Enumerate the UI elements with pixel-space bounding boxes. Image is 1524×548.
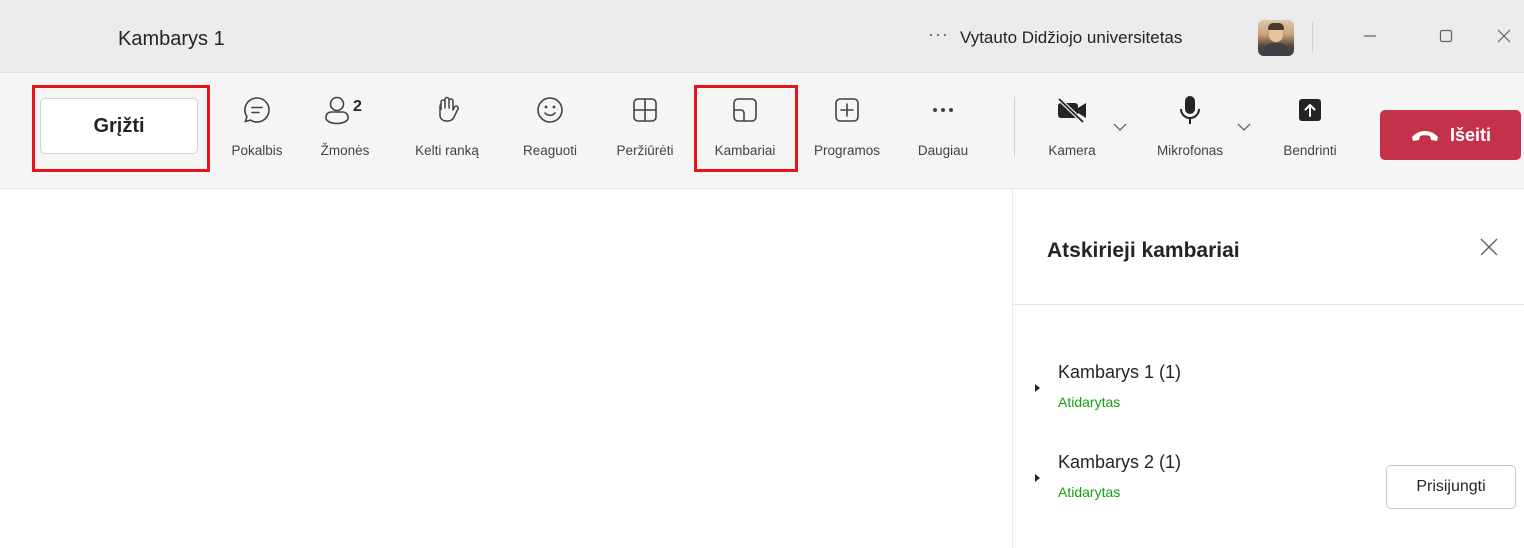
camera-off-icon xyxy=(1055,85,1089,135)
join-room-button[interactable]: Prisijungti xyxy=(1386,465,1516,509)
list-item[interactable]: Kambarys 2 (1) Atidarytas Prisijungti xyxy=(1013,444,1524,524)
more-icon xyxy=(928,85,958,135)
divider xyxy=(1312,22,1313,52)
microphone-label: Mikrofonas xyxy=(1156,143,1224,158)
chat-label: Pokalbis xyxy=(231,143,283,158)
meeting-toolbar: Grįžti Pokalbis 2 Žmonės Kelti ranką Rea… xyxy=(0,73,1524,189)
more-options-icon[interactable]: ··· xyxy=(928,24,949,45)
leave-button[interactable]: Išeiti xyxy=(1380,110,1521,160)
title-bar: Kambarys 1 ··· Vytauto Didžiojo universi… xyxy=(0,0,1524,73)
share-label: Bendrinti xyxy=(1283,143,1337,158)
camera-label: Kamera xyxy=(1048,143,1096,158)
apps-label: Programos xyxy=(813,143,881,158)
apps-button[interactable]: Programos xyxy=(804,85,890,177)
close-window-button[interactable] xyxy=(1496,20,1524,52)
add-app-icon xyxy=(832,85,862,135)
camera-options-chevron-icon[interactable] xyxy=(1113,119,1127,135)
react-label: Reaguoti xyxy=(522,143,578,158)
smiley-icon xyxy=(535,85,565,135)
share-button[interactable]: Bendrinti xyxy=(1270,85,1350,177)
leave-label: Išeiti xyxy=(1449,124,1492,145)
microphone-icon xyxy=(1175,85,1205,135)
raise-hand-button[interactable]: Kelti ranką xyxy=(404,85,490,177)
back-button[interactable]: Grįžti xyxy=(40,98,198,154)
breakout-rooms-panel: Atskirieji kambariai Kambarys 1 (1) Atid… xyxy=(1012,189,1524,548)
react-button[interactable]: Reaguoti xyxy=(510,85,590,177)
panel-title: Atskirieji kambariai xyxy=(1047,239,1240,262)
room-name: Kambarys 1 (1) xyxy=(1058,362,1182,382)
maximize-icon xyxy=(1439,29,1453,43)
microphone-button[interactable]: Mikrofonas xyxy=(1140,85,1240,177)
expand-caret-icon[interactable] xyxy=(1035,474,1040,482)
view-button[interactable]: Peržiūrėti xyxy=(605,85,685,177)
minimize-icon xyxy=(1364,35,1376,37)
room-status: Atidarytas xyxy=(1058,394,1121,410)
avatar[interactable] xyxy=(1258,20,1294,56)
more-button[interactable]: Daugiau xyxy=(908,85,978,177)
rooms-icon xyxy=(730,85,760,135)
more-label: Daugiau xyxy=(917,143,969,158)
camera-button[interactable]: Kamera xyxy=(1036,85,1108,177)
list-item[interactable]: Kambarys 1 (1) Atidarytas xyxy=(1013,354,1524,434)
room-name: Kambarys 2 (1) xyxy=(1058,452,1182,472)
toolbar-divider xyxy=(1014,97,1015,157)
raise-hand-label: Kelti ranką xyxy=(415,143,479,158)
microphone-options-chevron-icon[interactable] xyxy=(1237,119,1251,135)
maximize-button[interactable] xyxy=(1426,20,1466,52)
meeting-title: Kambarys 1 xyxy=(118,28,225,50)
meeting-stage xyxy=(0,189,1012,548)
close-icon xyxy=(1480,238,1498,256)
people-button[interactable]: 2 Žmonės xyxy=(307,85,383,177)
hand-icon xyxy=(432,85,462,135)
share-screen-icon xyxy=(1295,85,1325,135)
people-count: 2 xyxy=(353,98,362,115)
close-icon xyxy=(1497,29,1511,43)
panel-divider xyxy=(1013,304,1524,305)
chat-icon xyxy=(242,85,272,135)
view-label: Peržiūrėti xyxy=(616,143,674,158)
people-label: Žmonės xyxy=(320,143,370,158)
people-icon: 2 xyxy=(323,85,367,135)
expand-caret-icon[interactable] xyxy=(1035,384,1040,392)
breakout-rooms-button[interactable]: Kambariai xyxy=(699,85,791,177)
rooms-label: Kambariai xyxy=(714,143,776,158)
room-status: Atidarytas xyxy=(1058,484,1121,500)
minimize-button[interactable] xyxy=(1350,20,1390,52)
chat-button[interactable]: Pokalbis xyxy=(222,85,292,177)
organization-name[interactable]: Vytauto Didžiojo universitetas xyxy=(960,28,1182,48)
hang-up-icon xyxy=(1411,131,1438,141)
grid-icon xyxy=(630,85,660,135)
close-panel-button[interactable] xyxy=(1475,233,1503,261)
